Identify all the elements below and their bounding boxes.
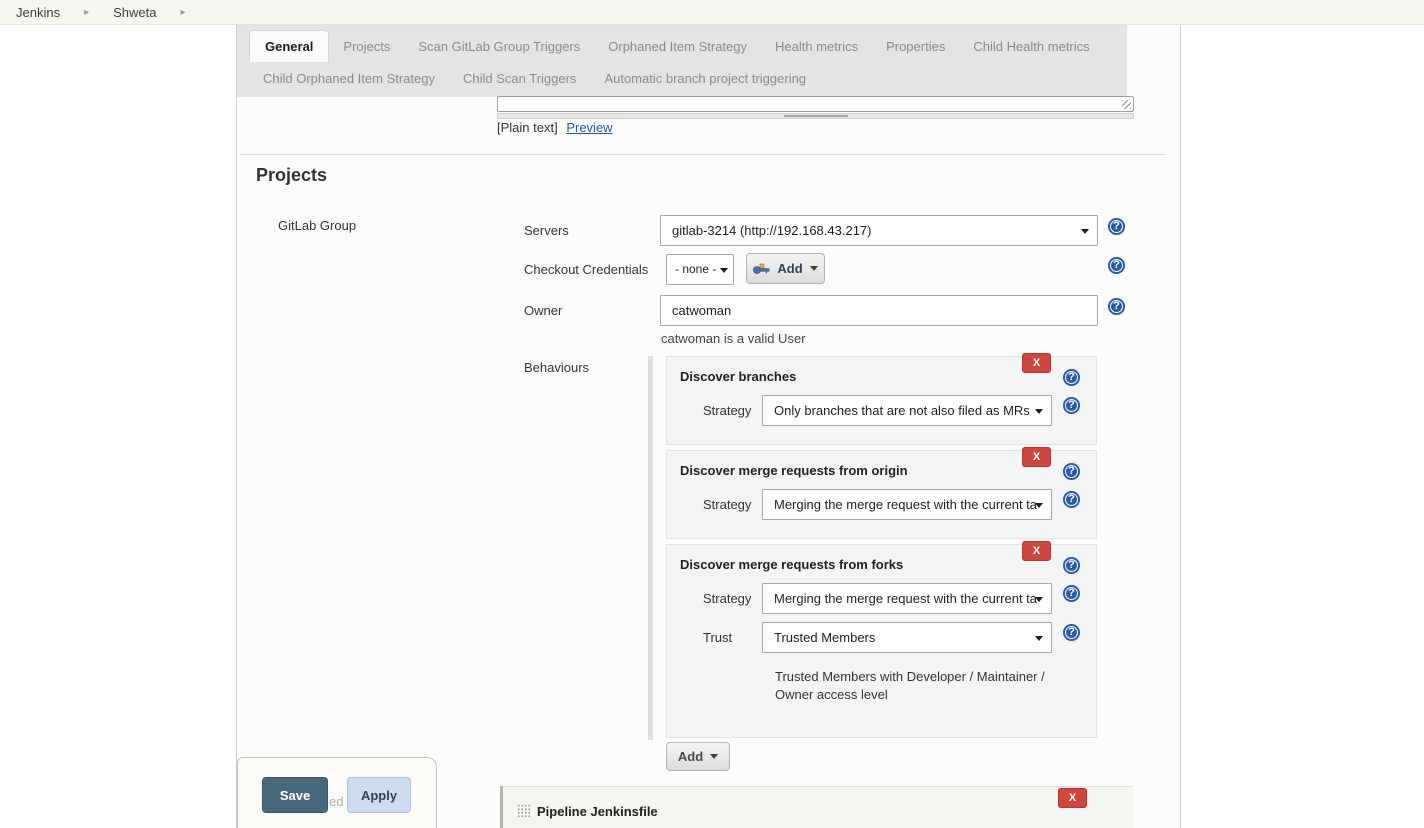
add-behaviour-label: Add bbox=[678, 749, 703, 764]
tab-row-2: Child Orphaned Item Strategy Child Scan … bbox=[237, 62, 1127, 95]
occluded-text: ed bbox=[329, 794, 343, 809]
chevron-down-icon bbox=[720, 268, 728, 273]
tab-row-1: General Projects Scan GitLab Group Trigg… bbox=[237, 25, 1127, 62]
strategy-help-icon[interactable]: ? bbox=[1063, 397, 1080, 414]
plain-text-label: [Plain text] bbox=[497, 120, 558, 135]
description-textarea[interactable] bbox=[497, 96, 1134, 112]
breadcrumb: Jenkins ▸ Shweta ▸ bbox=[0, 0, 1424, 25]
strategy-label: Strategy bbox=[703, 497, 751, 512]
chevron-down-icon bbox=[1035, 636, 1043, 641]
behaviour-card-title: Discover merge requests from origin bbox=[680, 463, 908, 478]
chevron-down-icon bbox=[710, 754, 718, 759]
trust-select[interactable]: Trusted Members bbox=[762, 622, 1052, 653]
apply-button[interactable]: Apply bbox=[347, 777, 411, 813]
strategy-help-icon[interactable]: ? bbox=[1063, 585, 1080, 602]
add-credentials-button[interactable]: Add bbox=[746, 253, 825, 284]
breadcrumb-shweta[interactable]: Shweta bbox=[113, 5, 156, 20]
chevron-down-icon bbox=[1035, 597, 1043, 602]
key-icon bbox=[753, 263, 770, 275]
owner-validation-message: catwoman is a valid User bbox=[661, 331, 806, 346]
breadcrumb-separator-icon: ▸ bbox=[180, 7, 185, 18]
save-button[interactable]: Save bbox=[262, 777, 328, 813]
strategy-select[interactable]: Merging the merge request with the curre… bbox=[762, 583, 1052, 614]
trust-label: Trust bbox=[703, 630, 732, 645]
strategy-select[interactable]: Merging the merge request with the curre… bbox=[762, 489, 1052, 520]
checkout-credentials-label: Checkout Credentials bbox=[524, 262, 648, 277]
tab-child-health-metrics[interactable]: Child Health metrics bbox=[959, 31, 1103, 62]
textarea-resize-icon bbox=[1122, 100, 1131, 109]
tab-scan-gitlab-group-triggers[interactable]: Scan GitLab Group Triggers bbox=[404, 31, 594, 62]
strategy-select-value: Only branches that are not also filed as… bbox=[774, 403, 1030, 418]
jenkins-config-page: Jenkins ▸ Shweta ▸ General Projects Scan… bbox=[0, 0, 1424, 828]
textarea-drag-grip bbox=[784, 115, 848, 117]
tab-child-scan-triggers[interactable]: Child Scan Triggers bbox=[449, 63, 590, 94]
pipeline-section-title: Pipeline Jenkinsfile bbox=[537, 804, 658, 819]
description-footer: [Plain text] Preview bbox=[497, 120, 613, 135]
tab-orphaned-item-strategy[interactable]: Orphaned Item Strategy bbox=[594, 31, 761, 62]
owner-label: Owner bbox=[524, 303, 562, 318]
textarea-drag-bar[interactable] bbox=[497, 113, 1134, 119]
add-behaviour-button[interactable]: Add bbox=[666, 742, 730, 771]
remove-behaviour-button[interactable]: X bbox=[1022, 353, 1051, 373]
checkout-credentials-select[interactable]: - none - bbox=[666, 254, 734, 285]
tab-properties[interactable]: Properties bbox=[872, 31, 959, 62]
owner-help-icon[interactable]: ? bbox=[1108, 298, 1125, 315]
behaviour-help-icon[interactable]: ? bbox=[1063, 557, 1080, 574]
servers-select-value: gitlab-3214 (http://192.168.43.217) bbox=[672, 223, 871, 238]
strategy-label: Strategy bbox=[703, 591, 751, 606]
strategy-select-value: Merging the merge request with the curre… bbox=[774, 591, 1037, 606]
checkout-credentials-help-icon[interactable]: ? bbox=[1108, 257, 1125, 274]
section-divider bbox=[240, 154, 1166, 155]
tab-child-orphaned-item-strategy[interactable]: Child Orphaned Item Strategy bbox=[249, 63, 449, 94]
servers-select[interactable]: gitlab-3214 (http://192.168.43.217) bbox=[660, 215, 1098, 246]
behaviour-card-title: Discover merge requests from forks bbox=[680, 557, 903, 572]
checkout-credentials-value: - none - bbox=[675, 262, 716, 276]
owner-input[interactable]: catwoman bbox=[660, 295, 1098, 326]
add-credentials-label: Add bbox=[777, 261, 802, 276]
chevron-down-icon bbox=[810, 266, 818, 271]
chevron-down-icon bbox=[1035, 503, 1043, 508]
remove-behaviour-button[interactable]: X bbox=[1022, 447, 1051, 467]
behaviours-label: Behaviours bbox=[524, 360, 589, 375]
behaviour-card-title: Discover branches bbox=[680, 369, 796, 384]
gitlab-group-label: GitLab Group bbox=[278, 218, 356, 233]
behaviours-drag-strip[interactable] bbox=[648, 356, 653, 740]
tab-projects[interactable]: Projects bbox=[329, 31, 404, 62]
config-tab-bar: General Projects Scan GitLab Group Trigg… bbox=[237, 25, 1127, 97]
breadcrumb-jenkins[interactable]: Jenkins bbox=[16, 5, 60, 20]
servers-help-icon[interactable]: ? bbox=[1108, 218, 1125, 235]
behaviour-help-icon[interactable]: ? bbox=[1063, 369, 1080, 386]
trust-help-text: Trusted Members with Developer / Maintai… bbox=[775, 668, 1063, 704]
tab-general[interactable]: General bbox=[249, 30, 329, 62]
preview-link[interactable]: Preview bbox=[566, 120, 612, 135]
remove-behaviour-button[interactable]: X bbox=[1022, 541, 1051, 561]
remove-pipeline-button[interactable]: X bbox=[1058, 788, 1087, 808]
chevron-down-icon bbox=[1081, 229, 1089, 234]
breadcrumb-separator-icon: ▸ bbox=[84, 7, 89, 18]
strategy-select-value: Merging the merge request with the curre… bbox=[774, 497, 1037, 512]
drag-handle-icon[interactable] bbox=[517, 804, 531, 818]
strategy-help-icon[interactable]: ? bbox=[1063, 491, 1080, 508]
trust-help-icon[interactable]: ? bbox=[1063, 624, 1080, 641]
servers-label: Servers bbox=[524, 223, 569, 238]
projects-section-title: Projects bbox=[256, 165, 327, 186]
tab-automatic-branch-project-triggering[interactable]: Automatic branch project triggering bbox=[590, 63, 820, 94]
chevron-down-icon bbox=[1035, 409, 1043, 414]
tab-health-metrics[interactable]: Health metrics bbox=[761, 31, 872, 62]
strategy-label: Strategy bbox=[703, 403, 751, 418]
trust-select-value: Trusted Members bbox=[774, 630, 875, 645]
strategy-select[interactable]: Only branches that are not also filed as… bbox=[762, 395, 1052, 426]
behaviour-help-icon[interactable]: ? bbox=[1063, 463, 1080, 480]
